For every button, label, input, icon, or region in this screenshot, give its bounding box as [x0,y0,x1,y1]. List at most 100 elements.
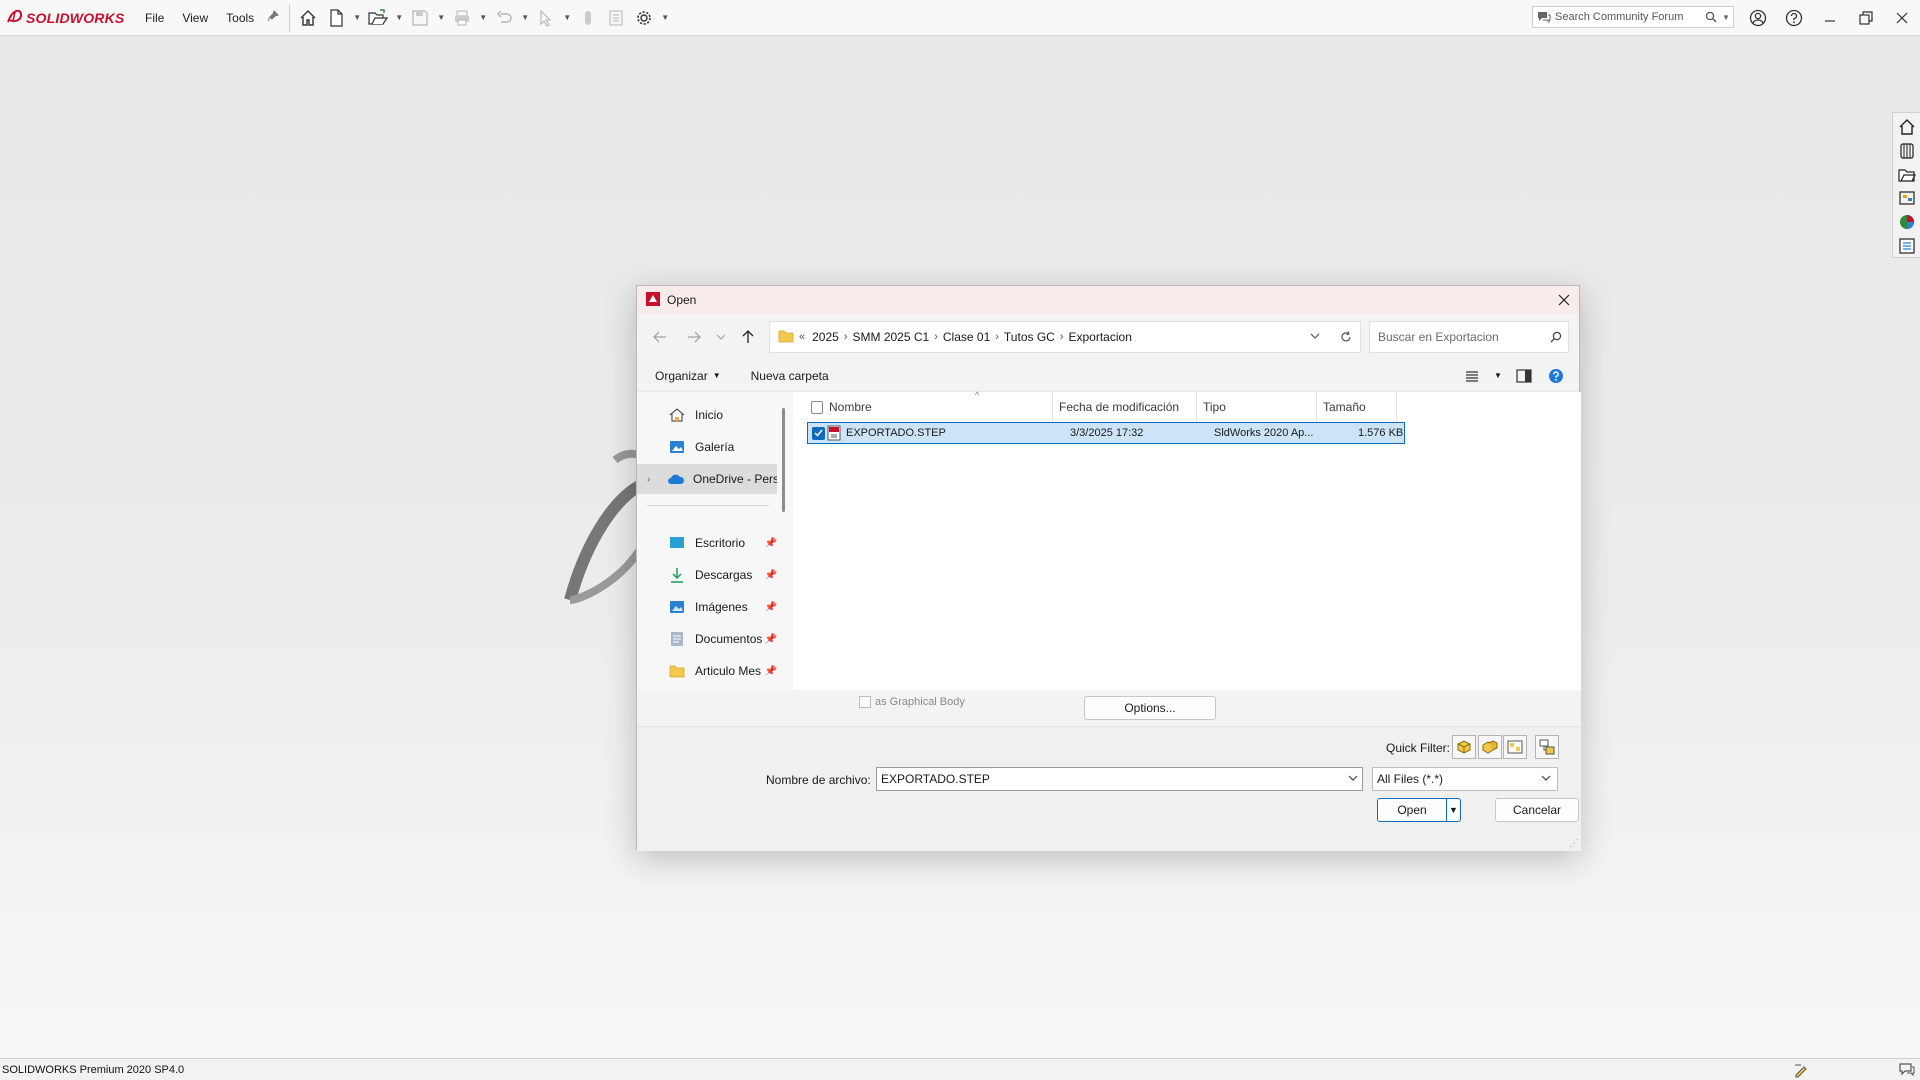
filter-drawings-icon[interactable] [1503,735,1527,759]
pin-icon[interactable]: 📌 [765,538,777,549]
menu-view[interactable]: View [173,0,217,36]
filter-parts-icon[interactable] [1452,735,1476,759]
breadcrumb-tutos[interactable]: Tutos GC [999,330,1060,344]
home-icon[interactable] [296,6,320,30]
new-dropdown-icon[interactable]: ▼ [352,6,362,30]
rebuild-icon[interactable] [576,6,600,30]
dialog-title-bar[interactable]: Open [637,286,1579,314]
menu-tools[interactable]: Tools [217,0,263,36]
open-button[interactable]: Open ▼ [1377,798,1461,822]
community-search[interactable]: Search Community Forum ▼ [1532,6,1734,28]
search-icon[interactable] [1703,11,1719,23]
resize-grip-icon[interactable]: ⋰ [1569,838,1579,849]
open-file-icon[interactable] [366,6,390,30]
nav-item-articulo-mes[interactable]: Articulo Mes 📌 [637,656,777,686]
pin-icon[interactable]: 📌 [765,602,777,613]
search-icon[interactable] [1544,331,1568,343]
nav-item-documentos[interactable]: Documentos 📌 [637,624,777,654]
pin-icon[interactable]: 📌 [765,634,777,645]
nav-item-inicio[interactable]: Inicio [637,400,777,430]
view-options-icon[interactable] [1461,365,1483,387]
undo-dropdown-icon[interactable]: ▼ [520,6,530,30]
breadcrumb-clase[interactable]: Clase 01 [938,330,995,344]
graphical-body-checkbox[interactable] [859,696,871,708]
file-properties-icon[interactable] [604,6,628,30]
nav-item-onedrive[interactable]: › OneDrive - Personal [637,464,777,494]
breadcrumb-smm[interactable]: SMM 2025 C1 [848,330,935,344]
task-pane-home-icon[interactable] [1896,116,1918,138]
pin-icon[interactable]: 📌 [765,666,777,677]
column-nombre[interactable]: Nombre ^ [823,390,1053,422]
expand-chevron-icon[interactable]: › [647,474,650,485]
pin-menu-icon[interactable] [263,10,283,25]
filename-dropdown-icon[interactable] [1348,774,1358,785]
nav-item-descargas[interactable]: Descargas 📌 [637,560,777,590]
open-dropdown-icon[interactable]: ▼ [394,6,404,30]
breadcrumb-2025[interactable]: 2025 [807,330,844,344]
new-folder-button[interactable]: Nueva carpeta [751,369,829,383]
view-palette-icon[interactable] [1896,187,1918,209]
column-fecha[interactable]: Fecha de modificación [1053,392,1197,422]
filename-input[interactable]: EXPORTADO.STEP [876,767,1363,791]
search-dropdown-icon[interactable]: ▼ [1719,13,1733,22]
back-arrow-icon[interactable] [643,322,677,352]
help-icon[interactable] [1776,0,1812,36]
open-split-dropdown-icon[interactable]: ▼ [1446,799,1460,821]
options-button[interactable]: Options... [1084,696,1216,720]
design-library-icon[interactable] [1896,140,1918,162]
nav-item-imagenes[interactable]: Imágenes 📌 [637,592,777,622]
save-dropdown-icon[interactable]: ▼ [436,6,446,30]
file-type-select[interactable]: All Files (*.*) [1372,767,1558,791]
column-tipo[interactable]: Tipo [1197,392,1317,422]
dialog-close-icon[interactable] [1549,294,1579,306]
user-account-icon[interactable] [1740,0,1776,36]
print-icon[interactable] [450,6,474,30]
restore-icon[interactable] [1848,0,1884,36]
select-dropdown-icon[interactable]: ▼ [562,6,572,30]
column-tamano[interactable]: Tamaño [1317,392,1397,422]
file-explorer-icon[interactable] [1896,164,1918,186]
organize-button[interactable]: Organizar ▼ [655,369,721,383]
select-all-checkbox[interactable] [793,392,823,422]
up-arrow-icon[interactable] [731,322,765,352]
help-icon[interactable] [1545,365,1567,387]
nav-scrollbar[interactable] [782,408,785,512]
nav-item-escritorio[interactable]: Escritorio 📌 [637,528,777,558]
menu-file[interactable]: File [136,0,173,36]
pin-icon[interactable]: 📌 [765,570,777,581]
print-dropdown-icon[interactable]: ▼ [478,6,488,30]
recent-locations-icon[interactable] [711,322,731,352]
graphical-body-option[interactable]: as Graphical Body [859,696,965,708]
select-icon[interactable] [534,6,558,30]
view-dropdown-icon[interactable]: ▼ [1493,365,1503,387]
status-chat-icon[interactable] [1894,1062,1920,1077]
filter-top-level-icon[interactable] [1535,735,1559,759]
undo-icon[interactable] [492,6,516,30]
forward-arrow-icon[interactable] [677,322,711,352]
edit-sketch-icon[interactable] [1788,1062,1814,1078]
custom-properties-icon[interactable] [1896,235,1918,257]
save-icon[interactable] [408,6,432,30]
filter-assemblies-icon[interactable] [1478,735,1502,759]
preview-pane-icon[interactable] [1513,365,1535,387]
new-document-icon[interactable] [324,6,348,30]
folder-search[interactable]: Buscar en Exportacion [1369,321,1569,353]
file-type-dropdown-icon[interactable] [1541,774,1551,785]
address-dropdown-icon[interactable] [1300,332,1330,343]
close-icon[interactable] [1884,0,1920,36]
breadcrumb-exportacion[interactable]: Exportacion [1064,330,1137,344]
minimize-icon[interactable] [1812,0,1848,36]
address-bar[interactable]: « 2025 › SMM 2025 C1 › Clase 01 › Tutos … [769,321,1361,353]
select-all-box[interactable] [811,400,823,414]
options-dropdown-icon[interactable]: ▼ [660,6,670,30]
file-row[interactable]: EXPORTADO.STEP 3/3/2025 17:32 SldWorks 2… [807,422,1405,444]
solidworks-logo[interactable]: SOLIDWORKS [0,0,136,36]
refresh-icon[interactable] [1330,331,1360,343]
row-checkbox[interactable] [812,423,825,443]
folder-search-input[interactable]: Buscar en Exportacion [1378,330,1544,344]
options-gear-icon[interactable] [632,6,656,30]
nav-item-galeria[interactable]: Galería [637,432,777,462]
breadcrumb-overflow[interactable]: « [799,331,805,343]
cancel-button[interactable]: Cancelar [1495,798,1579,822]
appearances-icon[interactable] [1896,211,1918,233]
